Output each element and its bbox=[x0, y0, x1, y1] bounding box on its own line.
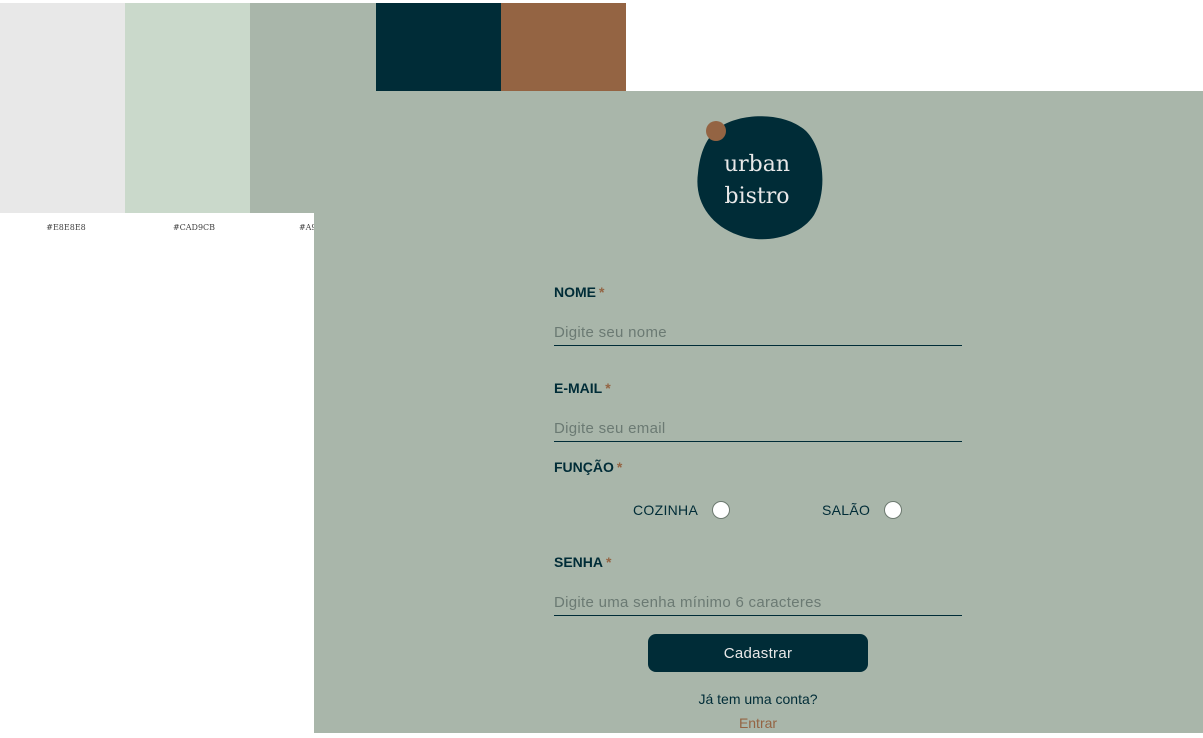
password-input[interactable] bbox=[554, 589, 962, 616]
swatch-label: #CAD9CB bbox=[172, 223, 216, 232]
role-option-salao[interactable]: SALÃO bbox=[822, 501, 903, 519]
have-account-text: Já tem uma conta? bbox=[698, 691, 818, 707]
email-input[interactable] bbox=[554, 415, 962, 442]
logo-line-1: urban bbox=[723, 152, 791, 177]
submit-button[interactable]: Cadastrar bbox=[648, 634, 868, 672]
role-label: FUNÇÃO * bbox=[554, 459, 622, 475]
role-option-label: COZINHA bbox=[633, 502, 699, 518]
logo-line-2: bistro bbox=[724, 184, 790, 209]
email-label-text: E-MAIL bbox=[554, 380, 603, 396]
role-option-label: SALÃO bbox=[822, 502, 871, 518]
required-marker: * bbox=[606, 554, 612, 570]
logo-text: urban bistro bbox=[712, 149, 802, 213]
name-label: NOME * bbox=[554, 284, 604, 300]
swatch-label: #E8E8E8 bbox=[46, 223, 86, 232]
login-link[interactable]: Entrar bbox=[648, 715, 868, 731]
email-label: E-MAIL * bbox=[554, 380, 611, 396]
name-label-text: NOME bbox=[554, 284, 596, 300]
name-input[interactable] bbox=[554, 319, 962, 346]
required-marker: * bbox=[616, 459, 623, 475]
radio-button[interactable] bbox=[884, 501, 903, 519]
role-label-text: FUNÇÃO bbox=[554, 459, 614, 475]
password-label: SENHA * bbox=[554, 554, 611, 570]
swatch-e8e8e8 bbox=[0, 3, 126, 213]
swatch-cad9cb bbox=[125, 3, 251, 213]
password-label-text: SENHA bbox=[554, 554, 604, 570]
signup-panel: urban bistro NOME* E-MAIL* FUNÇÃO* COZIN… bbox=[314, 91, 1203, 733]
required-marker: * bbox=[605, 380, 611, 396]
role-option-cozinha[interactable]: COZINHA bbox=[633, 501, 731, 519]
required-marker: * bbox=[599, 284, 605, 300]
radio-button[interactable] bbox=[712, 501, 731, 519]
